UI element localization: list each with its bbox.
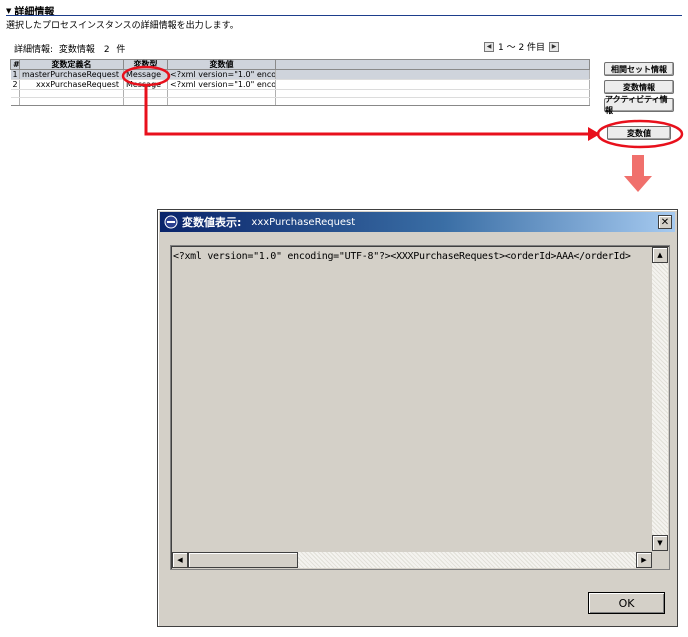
section-divider xyxy=(6,15,682,16)
vertical-scrollbar[interactable]: ▲ ▼ xyxy=(652,247,668,551)
value-text: <?xml version="1.0" encoding="UTF-8"?><X… xyxy=(173,251,631,262)
down-arrow-head xyxy=(624,176,652,192)
dialog-title: 変数値表示: xyxy=(182,216,242,229)
horizontal-scrollbar[interactable]: ◀ ▶ xyxy=(172,552,652,568)
column-header-name[interactable]: 変数定義名 xyxy=(19,59,124,70)
scroll-right-icon[interactable]: ▶ xyxy=(636,552,652,568)
cell-filler xyxy=(275,79,590,90)
cell-type: Message xyxy=(123,69,168,80)
table-row-empty xyxy=(10,89,590,98)
column-header-index[interactable]: # xyxy=(10,59,20,70)
app-icon xyxy=(164,215,178,229)
pager-range: 1 ～ 2 件目 xyxy=(498,43,546,53)
summary-category: 変数情報 xyxy=(58,45,95,55)
collapse-triangle-icon[interactable]: ▼ xyxy=(6,7,11,15)
summary-count: 2 xyxy=(103,45,110,55)
cell-name: masterPurchaseRequest xyxy=(19,69,124,80)
cell-value: <?xml version="1.0" enco... xyxy=(167,69,276,80)
pager: ◀ 1 ～ 2 件目 ▶ xyxy=(484,40,560,53)
summary-unit: 件 xyxy=(116,45,126,55)
cell-value: <?xml version="1.0" enco... xyxy=(167,79,276,90)
table-row-empty xyxy=(10,97,590,106)
close-icon[interactable]: ✕ xyxy=(658,215,672,229)
column-header-value[interactable]: 変数値 xyxy=(167,59,276,70)
horizontal-scroll-thumb[interactable] xyxy=(188,552,298,568)
summary-label: 詳細情報: xyxy=(14,45,54,55)
table-header-row: # 変数定義名 変数型 変数値 xyxy=(10,59,590,70)
result-summary: 詳細情報: 変数情報 2 件 xyxy=(14,42,125,55)
variable-value-dialog: 変数値表示: xxxPurchaseRequest ✕ <?xml versio… xyxy=(157,209,678,627)
cell-filler xyxy=(275,69,590,80)
related-set-info-button[interactable]: 相関セット情報 xyxy=(604,62,674,76)
scrollbar-corner xyxy=(652,552,668,568)
variable-value-button[interactable]: 変数値 xyxy=(607,126,671,140)
ok-button[interactable]: OK xyxy=(588,592,665,614)
dialog-subtitle: xxxPurchaseRequest xyxy=(251,216,356,228)
scroll-left-icon[interactable]: ◀ xyxy=(172,552,188,568)
scroll-down-icon[interactable]: ▼ xyxy=(652,535,668,551)
activity-info-button[interactable]: アクティビティ情報 xyxy=(604,95,674,115)
dialog-titlebar[interactable]: 変数値表示: xxxPurchaseRequest ✕ xyxy=(160,212,675,232)
variable-table: # 変数定義名 変数型 変数値 1 masterPurchaseRequest … xyxy=(10,59,590,106)
prev-page-button[interactable]: ◀ xyxy=(484,41,494,52)
down-arrow-shaft xyxy=(632,155,644,177)
cell-index: 1 xyxy=(10,69,20,80)
variable-info-button[interactable]: 変数情報 xyxy=(604,80,674,94)
cell-type: Message xyxy=(123,79,168,90)
connector-arrow-head xyxy=(588,127,600,141)
table-row[interactable]: 1 masterPurchaseRequest Message <?xml ve… xyxy=(10,69,590,80)
column-header-filler xyxy=(275,59,590,70)
cell-index: 2 xyxy=(10,79,20,90)
table-row[interactable]: 2 xxxPurchaseRequest Message <?xml versi… xyxy=(10,79,590,90)
cell-name: xxxPurchaseRequest xyxy=(19,79,124,90)
section-description: 選択したプロセスインスタンスの詳細情報を出力します。 xyxy=(6,21,239,31)
value-text-area[interactable]: <?xml version="1.0" encoding="UTF-8"?><X… xyxy=(170,245,670,570)
next-page-button[interactable]: ▶ xyxy=(549,41,560,52)
scroll-up-icon[interactable]: ▲ xyxy=(652,247,668,263)
column-header-type[interactable]: 変数型 xyxy=(123,59,168,70)
